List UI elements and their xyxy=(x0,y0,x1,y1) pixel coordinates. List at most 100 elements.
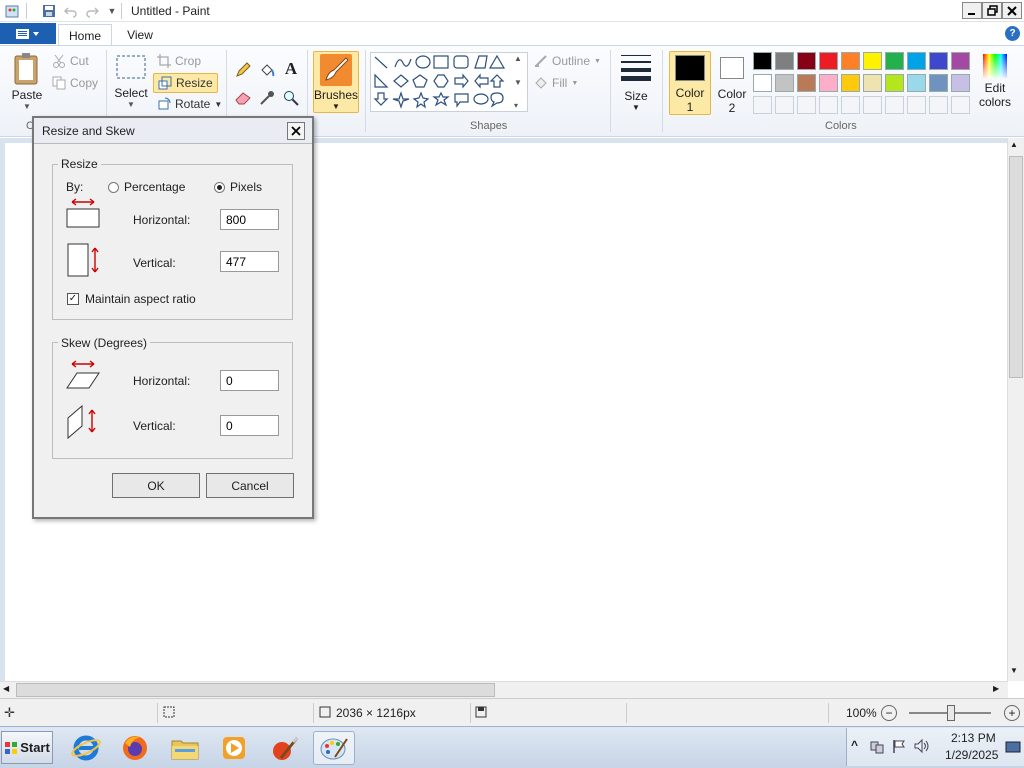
text-tool-icon[interactable]: A xyxy=(281,58,301,80)
media-player-icon[interactable] xyxy=(213,731,255,765)
horizontal-scrollbar[interactable]: ◀ ▶ xyxy=(0,681,1008,698)
network-icon[interactable] xyxy=(869,738,885,757)
color2-button[interactable]: Color 2 xyxy=(713,51,751,115)
file-explorer-icon[interactable] xyxy=(164,731,206,765)
close-button[interactable] xyxy=(1002,2,1022,19)
pixels-option[interactable]: Pixels xyxy=(214,180,262,194)
scroll-up-icon[interactable]: ▲ xyxy=(1010,140,1018,149)
size-button[interactable]: Size ▼ xyxy=(617,52,655,114)
palette-swatch[interactable] xyxy=(775,74,794,92)
cancel-button[interactable]: Cancel xyxy=(206,473,294,498)
maintain-aspect-checkbox[interactable]: ✓ xyxy=(67,293,79,305)
percentage-option[interactable]: Percentage xyxy=(108,180,185,194)
palette-swatch[interactable] xyxy=(863,52,882,70)
shapes-scroll-up-icon[interactable]: ▲ xyxy=(514,54,526,63)
start-button[interactable]: Start xyxy=(1,731,53,764)
fill-bucket-icon[interactable] xyxy=(257,60,277,80)
scroll-right-icon[interactable]: ▶ xyxy=(993,684,999,693)
maintain-aspect-option[interactable]: ✓ Maintain aspect ratio xyxy=(67,292,196,306)
ok-button[interactable]: OK xyxy=(112,473,200,498)
palette-swatch[interactable] xyxy=(907,74,926,92)
shapes-scroll-down-icon[interactable]: ▼ xyxy=(514,78,526,87)
palette-swatch[interactable] xyxy=(951,74,970,92)
clock-time[interactable]: 2:13 PM xyxy=(951,731,996,745)
shapes-expand-icon[interactable]: ▾ xyxy=(514,101,526,110)
copy-button[interactable]: Copy xyxy=(52,76,98,90)
clock-date[interactable]: 1/29/2025 xyxy=(945,748,998,762)
scroll-left-icon[interactable]: ◀ xyxy=(3,684,9,693)
crop-button[interactable]: Crop xyxy=(157,54,201,68)
palette-empty-swatch[interactable] xyxy=(885,96,904,114)
paint-taskbar-button[interactable] xyxy=(313,731,355,765)
palette-swatch[interactable] xyxy=(841,74,860,92)
palette-swatch[interactable] xyxy=(907,52,926,70)
paint-brush-app-icon[interactable] xyxy=(264,731,306,765)
palette-swatch[interactable] xyxy=(885,74,904,92)
palette-swatch[interactable] xyxy=(775,52,794,70)
zoom-slider-thumb[interactable] xyxy=(947,705,955,721)
shapes-scroll[interactable]: ▲ ▼ ▾ xyxy=(514,54,526,110)
palette-empty-swatch[interactable] xyxy=(775,96,794,114)
palette-empty-swatch[interactable] xyxy=(863,96,882,114)
pixels-radio[interactable] xyxy=(214,181,225,193)
fill-button[interactable]: Fill ▼ xyxy=(534,76,578,90)
paste-button[interactable]: Paste ▼ xyxy=(8,52,46,112)
palette-empty-swatch[interactable] xyxy=(929,96,948,114)
eraser-icon[interactable] xyxy=(233,88,253,108)
select-button[interactable]: Select ▼ xyxy=(113,54,149,116)
percentage-radio[interactable] xyxy=(108,181,119,193)
zoom-in-button[interactable]: + xyxy=(1004,705,1020,721)
palette-swatch[interactable] xyxy=(929,74,948,92)
palette-swatch[interactable] xyxy=(819,52,838,70)
palette-empty-swatch[interactable] xyxy=(841,96,860,114)
horizontal-scroll-thumb[interactable] xyxy=(16,683,495,697)
tab-home[interactable]: Home xyxy=(58,24,112,46)
vertical-scrollbar[interactable]: ▲ ▼ xyxy=(1007,138,1024,681)
dialog-close-button[interactable] xyxy=(287,122,305,140)
brushes-button[interactable]: Brushes ▼ xyxy=(313,51,359,113)
scroll-down-icon[interactable]: ▼ xyxy=(1010,666,1018,675)
outline-button[interactable]: Outline ▼ xyxy=(534,54,601,68)
palette-swatch[interactable] xyxy=(951,52,970,70)
palette-swatch[interactable] xyxy=(753,52,772,70)
palette-swatch[interactable] xyxy=(929,52,948,70)
undo-icon[interactable] xyxy=(63,3,79,19)
palette-swatch[interactable] xyxy=(797,52,816,70)
tab-view[interactable]: View xyxy=(114,24,166,46)
palette-empty-swatch[interactable] xyxy=(753,96,772,114)
action-center-flag-icon[interactable] xyxy=(891,738,907,757)
resize-horizontal-input[interactable] xyxy=(220,209,279,230)
palette-swatch[interactable] xyxy=(863,74,882,92)
palette-empty-swatch[interactable] xyxy=(819,96,838,114)
color-picker-icon[interactable] xyxy=(257,88,277,108)
paint-app-icon[interactable] xyxy=(4,3,20,19)
palette-swatch[interactable] xyxy=(753,74,772,92)
palette-empty-swatch[interactable] xyxy=(951,96,970,114)
palette-swatch[interactable] xyxy=(885,52,904,70)
resize-vertical-input[interactable] xyxy=(220,251,279,272)
zoom-out-button[interactable]: − xyxy=(881,705,897,721)
rotate-button[interactable]: Rotate ▼ xyxy=(157,97,222,111)
resize-button[interactable]: Resize xyxy=(153,73,218,93)
shapes-gallery-icons[interactable] xyxy=(371,53,527,111)
show-desktop-icon[interactable] xyxy=(1005,740,1021,757)
restore-button[interactable] xyxy=(982,2,1002,19)
save-icon[interactable] xyxy=(41,3,57,19)
vertical-scroll-thumb[interactable] xyxy=(1009,156,1023,378)
color1-button[interactable]: Color 1 xyxy=(669,51,711,115)
palette-swatch[interactable] xyxy=(819,74,838,92)
cut-button[interactable]: Cut xyxy=(52,54,89,68)
firefox-icon[interactable] xyxy=(114,731,156,765)
internet-explorer-icon[interactable] xyxy=(65,731,107,765)
palette-swatch[interactable] xyxy=(797,74,816,92)
skew-vertical-input[interactable] xyxy=(220,415,279,436)
palette-empty-swatch[interactable] xyxy=(797,96,816,114)
palette-empty-swatch[interactable] xyxy=(907,96,926,114)
pencil-icon[interactable] xyxy=(233,60,253,80)
edit-colors-button[interactable]: Edit colors xyxy=(977,52,1013,118)
volume-icon[interactable] xyxy=(913,738,931,757)
skew-horizontal-input[interactable] xyxy=(220,370,279,391)
file-menu-button[interactable] xyxy=(0,23,56,44)
show-hidden-icons-icon[interactable]: ^ xyxy=(851,738,858,752)
redo-icon[interactable] xyxy=(84,3,100,19)
